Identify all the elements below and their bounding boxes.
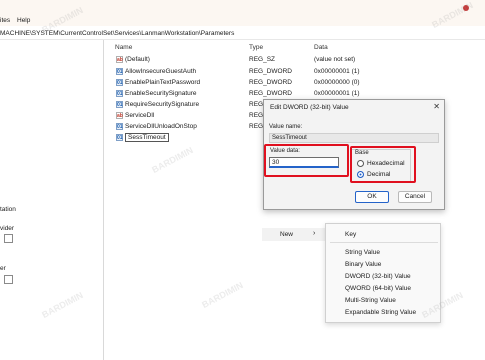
- submenu-item-multi-string-value[interactable]: Multi-String Value: [345, 297, 396, 304]
- binary-value-icon: 01: [116, 101, 123, 108]
- ok-button[interactable]: OK: [355, 191, 389, 203]
- address-bar[interactable]: MACHINE\SYSTEM\CurrentControlSet\Service…: [0, 28, 485, 40]
- chevron-right-icon: ›: [313, 230, 316, 237]
- tree-expander-icon[interactable]: [4, 234, 13, 243]
- menu-item-help[interactable]: Help: [17, 17, 30, 25]
- base-highlight: [350, 146, 416, 183]
- dialog-title: Edit DWORD (32-bit) Value: [270, 104, 349, 111]
- watermark: BARDIMIN: [200, 280, 245, 310]
- cancel-button[interactable]: Cancel: [398, 191, 432, 203]
- column-header-data[interactable]: Data: [314, 44, 328, 51]
- close-icon[interactable]: ✕: [433, 102, 440, 111]
- submenu-item-binary-value[interactable]: Binary Value: [345, 261, 381, 268]
- value-row[interactable]: 01 AllowInsecureGuestAuth REG_DWORD 0x00…: [113, 67, 393, 77]
- context-menu-item-new[interactable]: New ›: [262, 228, 325, 241]
- menu-item-favorites[interactable]: ites: [0, 17, 10, 25]
- value-data: 0x00000001 (1): [314, 90, 360, 97]
- value-name: ServiceDll: [125, 112, 155, 119]
- value-row[interactable]: ab (Default) REG_SZ (value not set): [113, 55, 393, 65]
- tree-item[interactable]: tation: [0, 206, 16, 213]
- value-name-edit-field[interactable]: SessTimeout: [125, 133, 169, 142]
- submenu-item-expandable-string-value[interactable]: Expandable String Value: [345, 309, 416, 316]
- watermark: BARDIMIN: [150, 145, 195, 175]
- column-header-type[interactable]: Type: [249, 44, 263, 51]
- value-name: (Default): [125, 56, 150, 63]
- value-row[interactable]: 01 EnableSecuritySignature REG_DWORD 0x0…: [113, 89, 393, 99]
- string-value-icon: ab: [116, 112, 123, 119]
- value-name-field: SessTimeout: [269, 133, 439, 143]
- key-tree-pane: tation vider er: [0, 40, 104, 360]
- value-data: 0x00000001 (1): [314, 68, 360, 75]
- submenu-item-string-value[interactable]: String Value: [345, 249, 380, 256]
- submenu-item-dword-value[interactable]: DWORD (32-bit) Value: [345, 273, 411, 280]
- value-type: REG_DWORD: [249, 68, 292, 75]
- value-name: EnablePlainTextPassword: [125, 79, 201, 86]
- value-data: 0x00000000 (0): [314, 79, 360, 86]
- column-header-name[interactable]: Name: [115, 44, 132, 51]
- submenu-item-key[interactable]: Key: [345, 231, 356, 238]
- value-name: EnableSecuritySignature: [125, 90, 197, 97]
- submenu-item-qword-value[interactable]: QWORD (64-bit) Value: [345, 285, 411, 292]
- tree-item[interactable]: vider: [0, 225, 14, 232]
- value-type: REG_DWORD: [249, 79, 292, 86]
- menu-bar: ites Help: [0, 0, 485, 26]
- string-value-icon: ab: [116, 56, 123, 63]
- value-data: (value not set): [314, 56, 356, 63]
- app-badge-icon: [463, 5, 469, 11]
- value-row[interactable]: 01 EnablePlainTextPassword REG_DWORD 0x0…: [113, 78, 393, 88]
- value-name: RequireSecuritySignature: [125, 101, 200, 108]
- value-data-highlight: [264, 144, 349, 177]
- binary-value-icon: 01: [116, 123, 123, 130]
- new-submenu: Key String Value Binary Value DWORD (32-…: [325, 223, 441, 323]
- new-label: New: [280, 231, 294, 238]
- binary-value-icon: 01: [116, 79, 123, 86]
- tree-item[interactable]: er: [0, 265, 6, 272]
- value-name: AllowInsecureGuestAuth: [125, 68, 197, 75]
- value-type: REG_DWORD: [249, 90, 292, 97]
- value-name: ServiceDllUnloadOnStop: [125, 123, 197, 130]
- binary-value-icon: 01: [116, 134, 123, 141]
- submenu-separator: [330, 242, 438, 243]
- value-name-label: Value name:: [269, 124, 303, 130]
- address-path[interactable]: MACHINE\SYSTEM\CurrentControlSet\Service…: [0, 30, 234, 37]
- binary-value-icon: 01: [116, 90, 123, 97]
- value-type: REG_SZ: [249, 56, 276, 63]
- tree-expander-icon[interactable]: [4, 275, 13, 284]
- binary-value-icon: 01: [116, 68, 123, 75]
